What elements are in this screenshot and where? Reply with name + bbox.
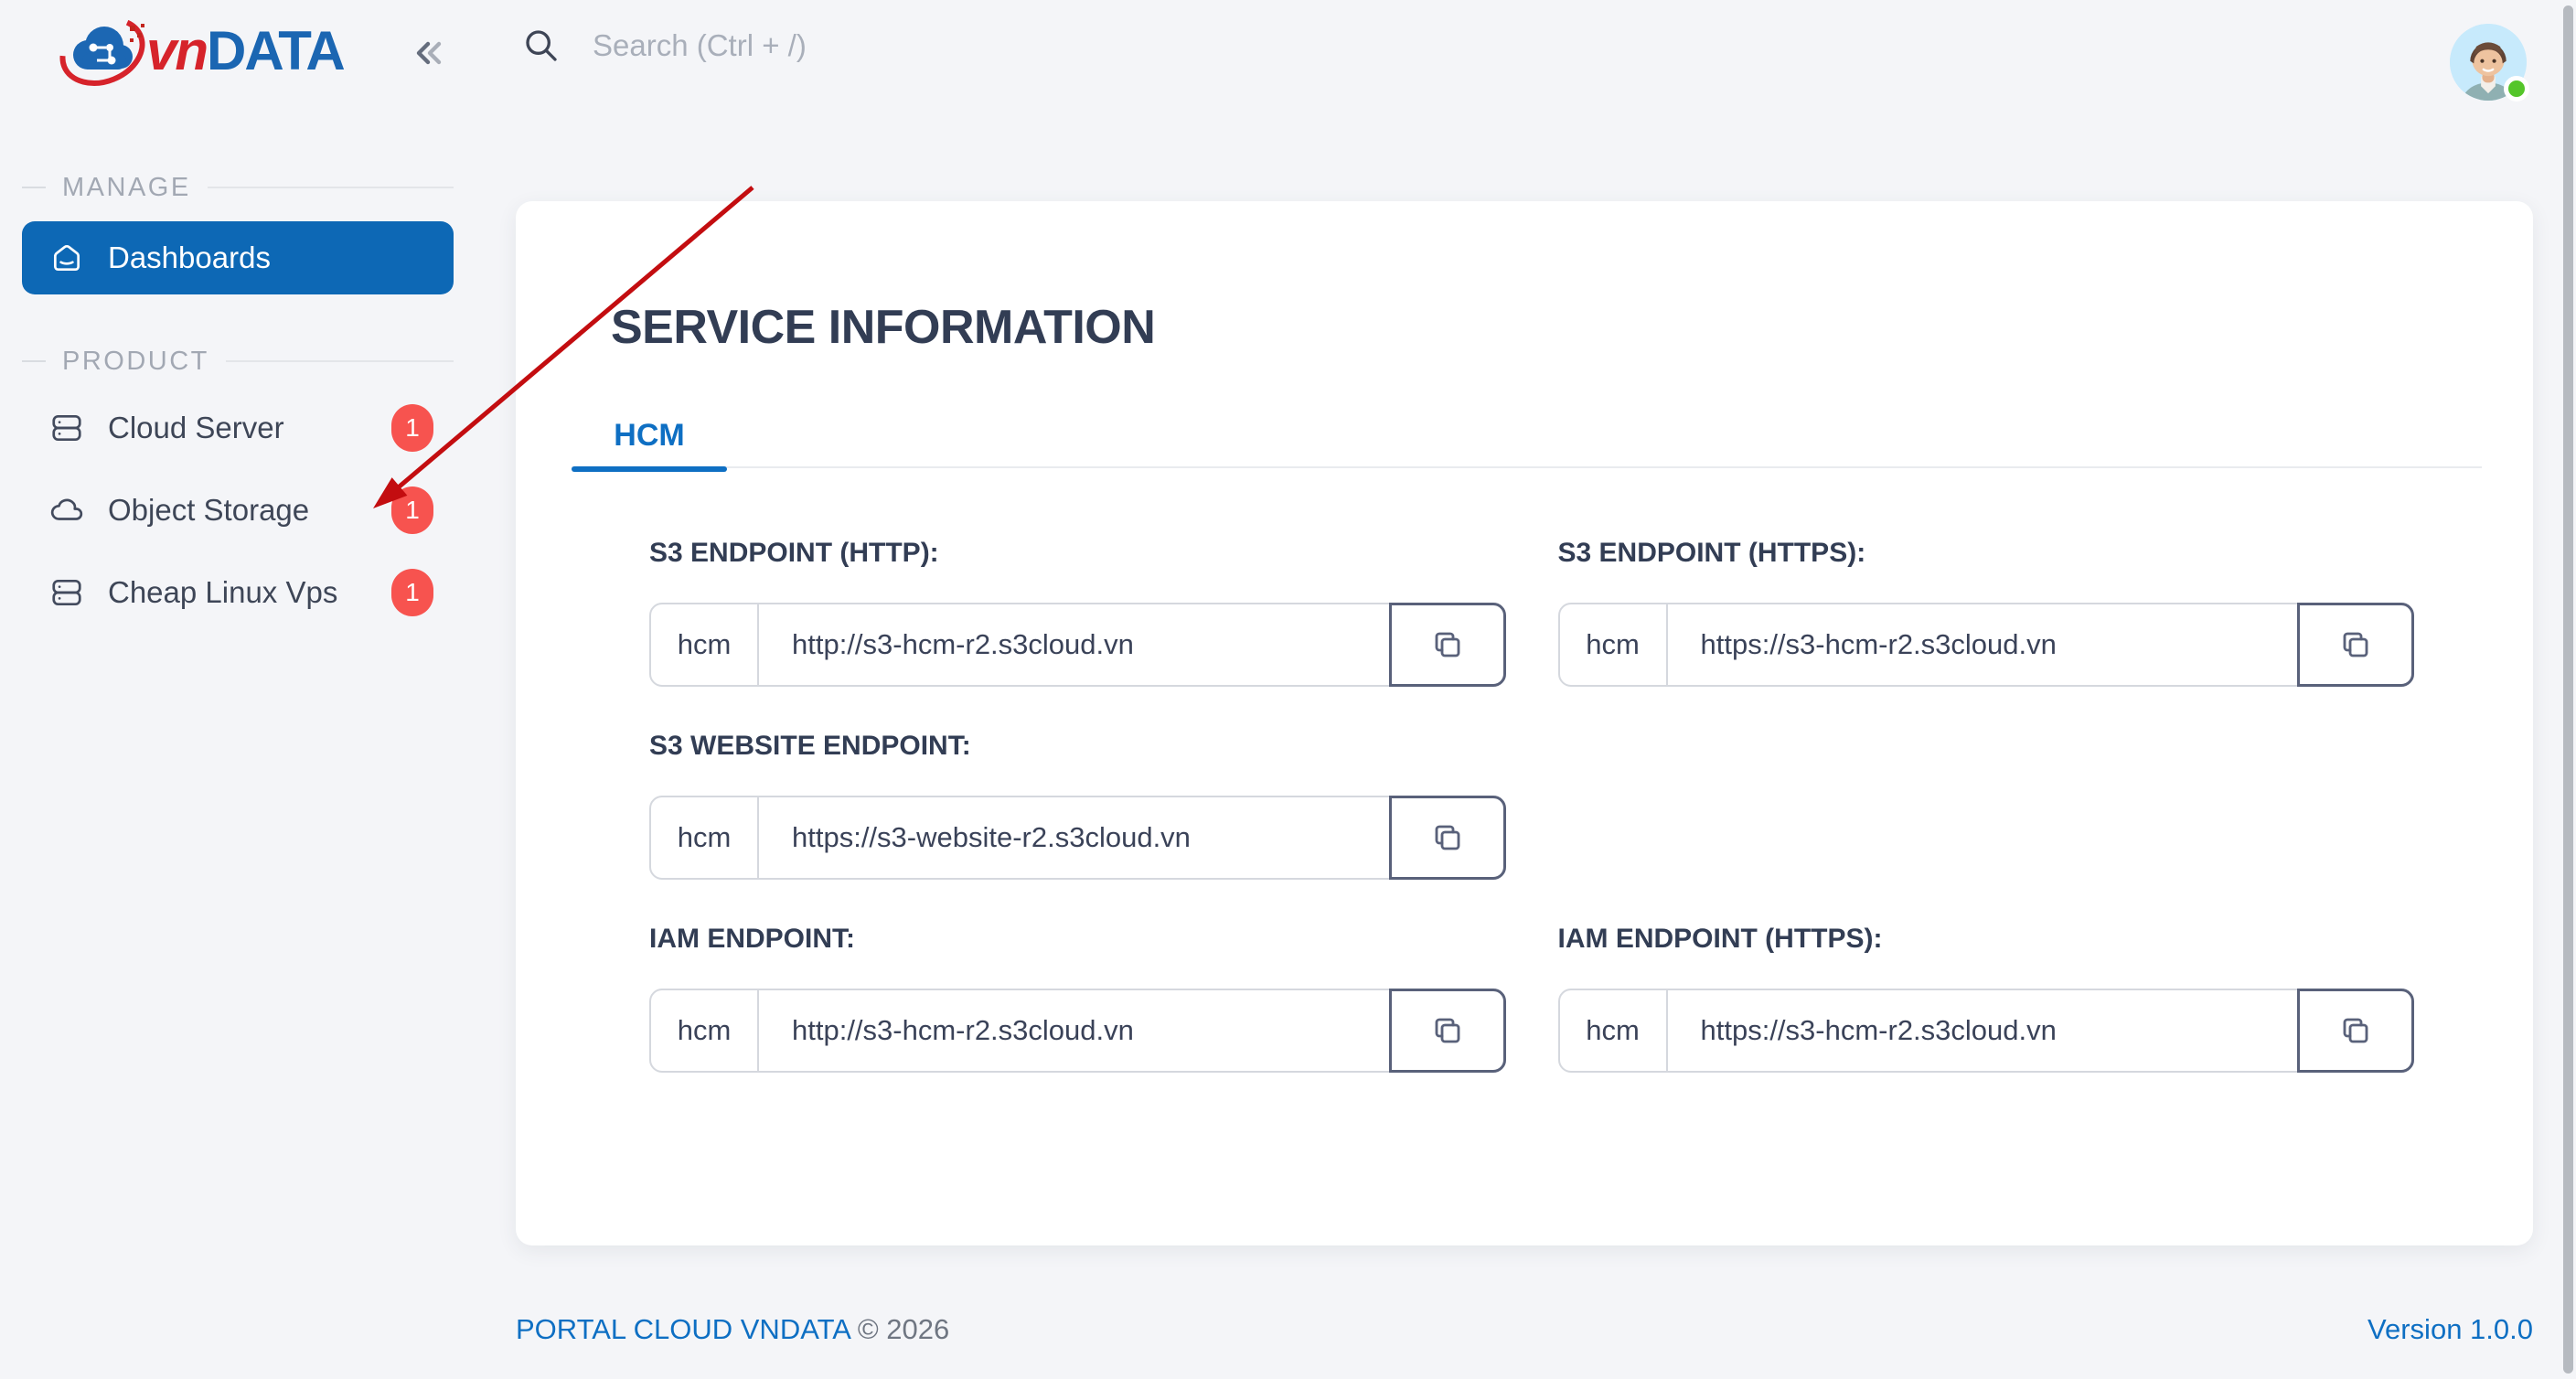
cloud-server-badge: 1 bbox=[391, 404, 433, 452]
copy-icon bbox=[1431, 1014, 1464, 1047]
page-title: SERVICE INFORMATION bbox=[611, 300, 1155, 355]
cloud-icon bbox=[49, 493, 84, 528]
field-label: IAM ENDPOINT (HTTPS): bbox=[1558, 924, 2415, 957]
copy-button[interactable] bbox=[2297, 603, 2414, 687]
search-input[interactable] bbox=[593, 28, 1288, 63]
cheap-linux-vps-badge: 1 bbox=[391, 569, 433, 616]
sidebar-item-object-storage[interactable]: Object Storage 1 bbox=[22, 474, 454, 547]
home-icon bbox=[49, 241, 84, 275]
sidebar-section-manage: MANAGE bbox=[22, 172, 454, 203]
copy-icon bbox=[1431, 821, 1464, 854]
field-s3-endpoint-https: S3 ENDPOINT (HTTPS): hcm bbox=[1558, 538, 2415, 731]
field-iam-endpoint: IAM ENDPOINT: hcm bbox=[649, 924, 1506, 1117]
sidebar-item-cloud-server[interactable]: Cloud Server 1 bbox=[22, 391, 454, 465]
footer-left: PORTAL CLOUD VNDATA © 2026 bbox=[516, 1313, 949, 1346]
region-prefix: hcm bbox=[651, 604, 759, 685]
copy-icon bbox=[1431, 628, 1464, 661]
sidebar-item-label: Dashboards bbox=[108, 241, 271, 275]
sidebar-item-label: Cheap Linux Vps bbox=[108, 575, 337, 610]
online-status-dot bbox=[2504, 76, 2529, 102]
copy-icon bbox=[2339, 628, 2372, 661]
object-storage-badge: 1 bbox=[391, 486, 433, 534]
section-label: MANAGE bbox=[62, 173, 191, 203]
tab-hcm[interactable]: HCM bbox=[572, 402, 727, 468]
endpoint-input-group: hcm bbox=[1558, 603, 2415, 687]
portal-link[interactable]: PORTAL CLOUD VNDATA bbox=[516, 1313, 850, 1345]
user-avatar[interactable] bbox=[2450, 24, 2527, 101]
sidebar-item-cheap-linux-vps[interactable]: Cheap Linux Vps 1 bbox=[22, 556, 454, 629]
chevrons-left-icon[interactable] bbox=[408, 31, 452, 75]
field-label: S3 WEBSITE ENDPOINT: bbox=[649, 731, 1506, 764]
sidebar-item-dashboards[interactable]: Dashboards bbox=[22, 221, 454, 294]
server-icon bbox=[49, 411, 84, 445]
search-icon bbox=[523, 27, 560, 64]
field-label: S3 ENDPOINT (HTTP): bbox=[649, 538, 1506, 571]
search-bar bbox=[523, 27, 1346, 64]
endpoint-input-group: hcm bbox=[649, 796, 1506, 880]
section-label: PRODUCT bbox=[62, 347, 209, 377]
brand-name: vnDATA bbox=[146, 24, 344, 79]
copy-button[interactable] bbox=[1389, 989, 1506, 1073]
copy-icon bbox=[2339, 1014, 2372, 1047]
version-label: Version 1.0.0 bbox=[2368, 1313, 2533, 1346]
field-s3-endpoint-http: S3 ENDPOINT (HTTP): hcm bbox=[649, 538, 1506, 731]
service-information-card: SERVICE INFORMATION HCM S3 ENDPOINT (HTT… bbox=[516, 201, 2533, 1245]
field-iam-endpoint-https: IAM ENDPOINT (HTTPS): hcm bbox=[1558, 924, 2415, 1117]
region-prefix: hcm bbox=[1560, 990, 1668, 1071]
sidebar-item-label: Object Storage bbox=[108, 493, 309, 528]
region-prefix: hcm bbox=[1560, 604, 1668, 685]
field-s3-website-endpoint: S3 WEBSITE ENDPOINT: hcm bbox=[649, 731, 1506, 924]
copy-button[interactable] bbox=[1389, 796, 1506, 880]
server-icon bbox=[49, 575, 84, 610]
endpoint-input-group: hcm bbox=[649, 603, 1506, 687]
sidebar-nav: MANAGE Dashboards PRODUCT Cloud Server 1… bbox=[0, 99, 462, 1379]
vndata-cloud-icon bbox=[57, 13, 152, 90]
app-header: vnDATA bbox=[0, 0, 2576, 99]
endpoint-input-group: hcm bbox=[649, 989, 1506, 1073]
copy-button[interactable] bbox=[1389, 603, 1506, 687]
region-prefix: hcm bbox=[651, 990, 759, 1071]
brand-logo[interactable]: vnDATA bbox=[57, 13, 344, 90]
region-prefix: hcm bbox=[651, 797, 759, 878]
field-label: S3 ENDPOINT (HTTPS): bbox=[1558, 538, 2415, 571]
sidebar-item-label: Cloud Server bbox=[108, 411, 284, 445]
page-footer: PORTAL CLOUD VNDATA © 2026 Version 1.0.0 bbox=[516, 1313, 2533, 1346]
endpoint-fields: S3 ENDPOINT (HTTP): hcm S3 ENDPOINT (HTT… bbox=[649, 538, 2414, 1117]
sidebar-section-product: PRODUCT bbox=[22, 346, 454, 377]
region-tabs: HCM bbox=[572, 402, 2482, 468]
endpoint-input-group: hcm bbox=[1558, 989, 2415, 1073]
copy-button[interactable] bbox=[2297, 989, 2414, 1073]
copyright-text: © 2026 bbox=[858, 1313, 949, 1345]
vertical-scrollbar[interactable] bbox=[2563, 5, 2573, 1374]
field-label: IAM ENDPOINT: bbox=[649, 924, 1506, 957]
